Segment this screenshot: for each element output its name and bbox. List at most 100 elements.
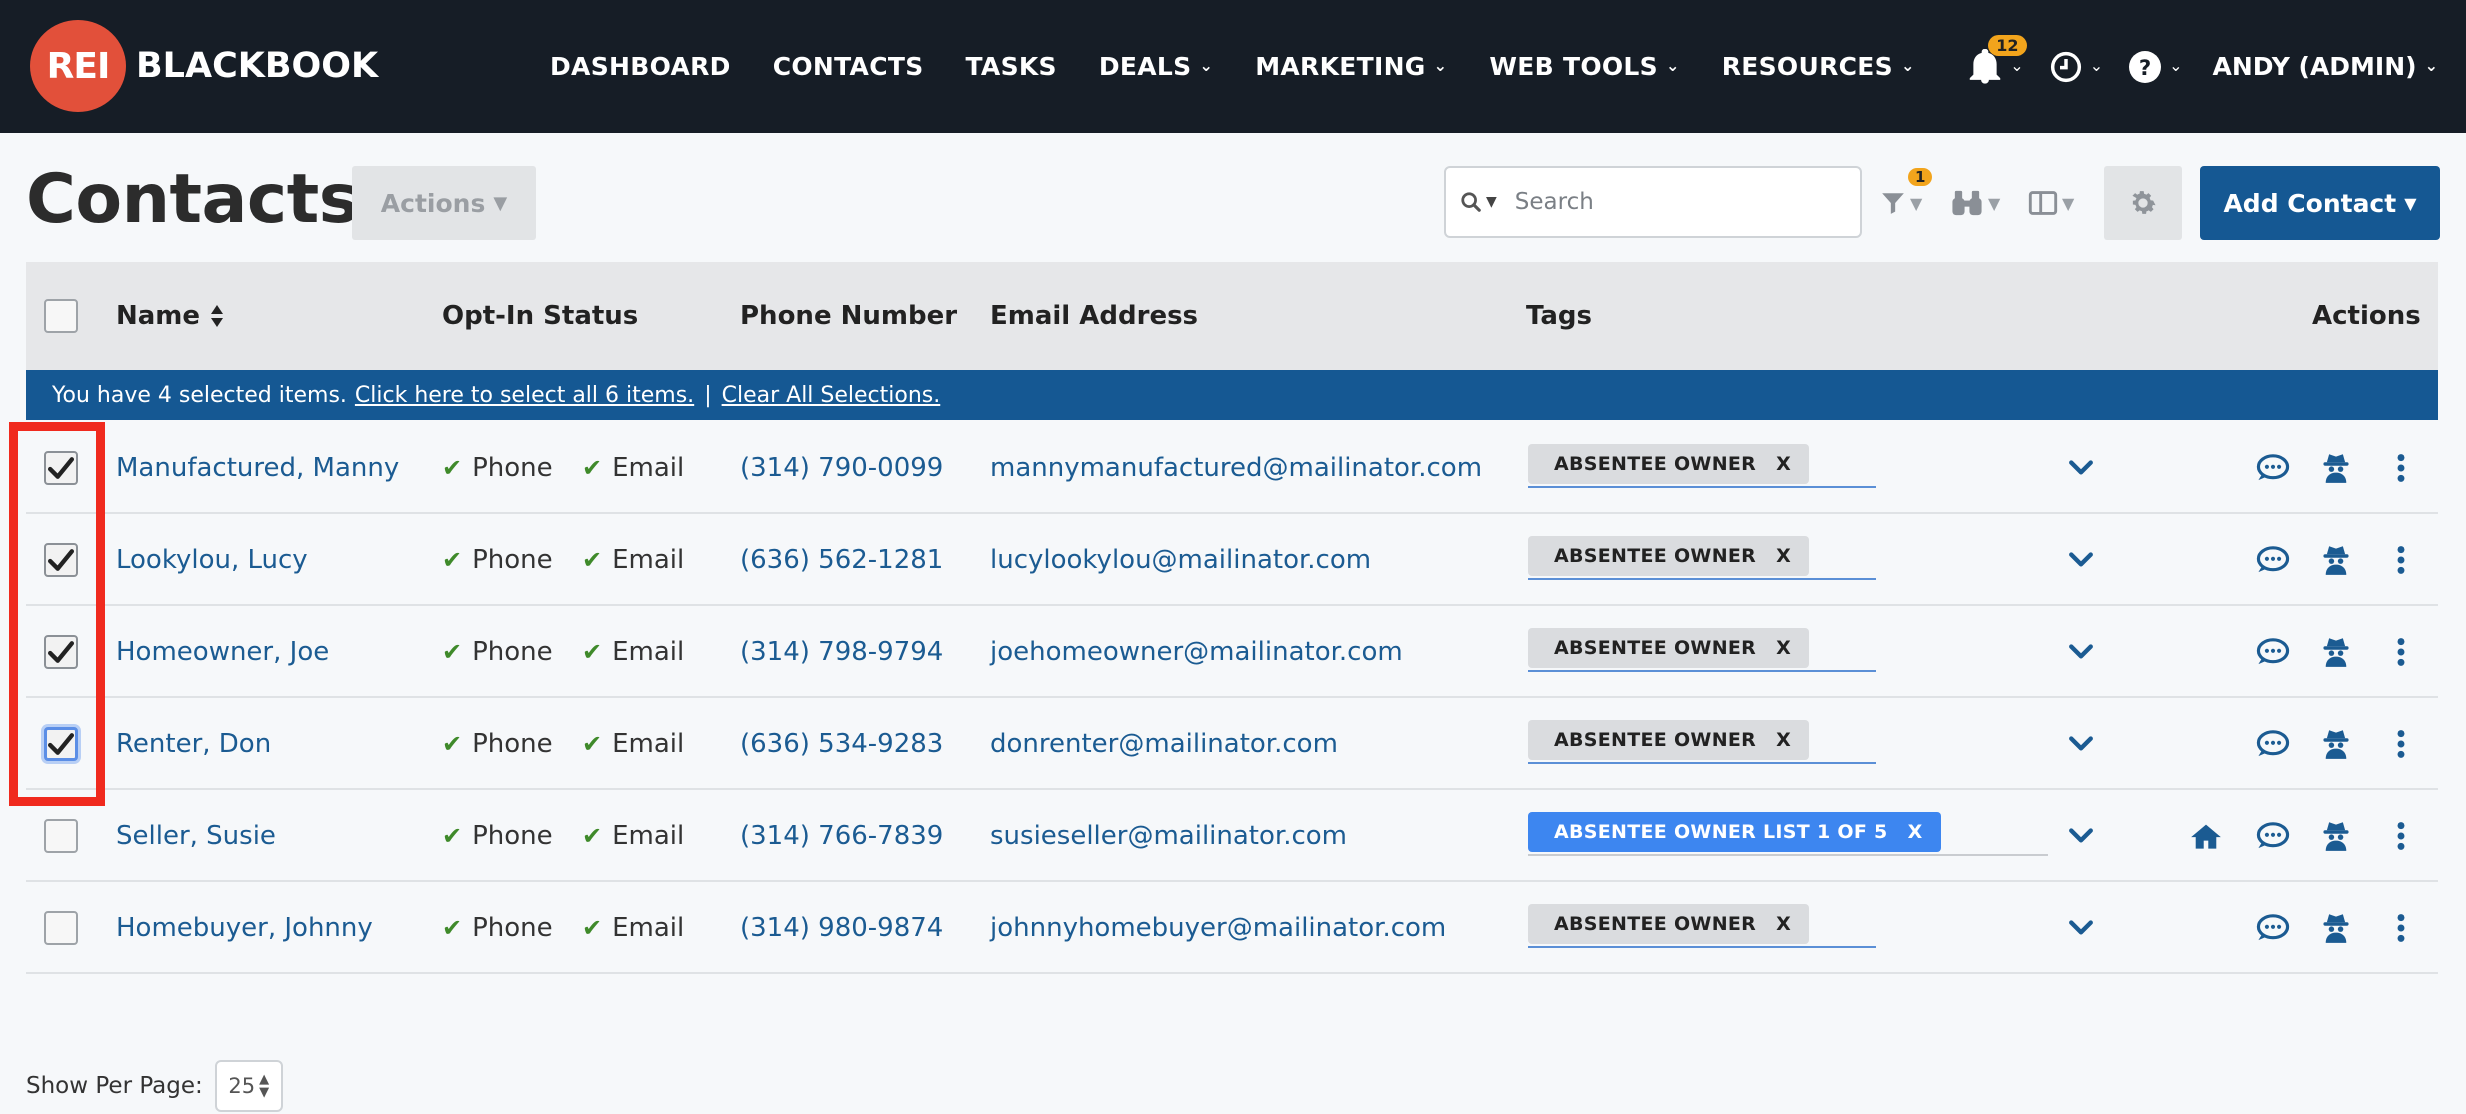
tag-input-underline[interactable] [1528, 762, 1876, 764]
tags-expand-button[interactable] [2068, 882, 2094, 974]
optin-email-label: Email [612, 729, 685, 759]
tags-expand-button[interactable] [2068, 606, 2094, 698]
tag-chip: ABSENTEE OWNER X [1528, 444, 1810, 484]
optin-phone: ✔ Phone [442, 606, 553, 698]
row-more-button[interactable] [2396, 606, 2406, 698]
history-button[interactable]: ⌄ [2050, 51, 2103, 83]
message-button[interactable] [2256, 698, 2290, 790]
row-checkbox[interactable] [44, 911, 78, 945]
tag-remove-button[interactable]: X [1908, 821, 1923, 843]
message-button[interactable] [2256, 606, 2290, 698]
columns-button[interactable]: ▼ [2028, 166, 2074, 240]
actions-label: Actions [380, 188, 486, 218]
tag-chip: ABSENTEE OWNER X [1528, 536, 1810, 576]
tag-input-underline[interactable] [1528, 854, 1858, 856]
phone-link[interactable]: (314) 766-7839 [740, 790, 943, 882]
tags-expand-button[interactable] [2068, 698, 2094, 790]
search-scope-button[interactable]: ▼ [1460, 191, 1497, 213]
tag-input-underline[interactable] [1528, 486, 1876, 488]
email-link[interactable]: johnnyhomebuyer@mailinator.com [990, 882, 1446, 974]
tag-remove-button[interactable]: X [1776, 913, 1791, 935]
tag-chip: ABSENTEE OWNER LIST 1 OF 5 X [1528, 812, 1941, 852]
search-input[interactable] [1514, 189, 1815, 215]
email-link[interactable]: susieseller@mailinator.com [990, 790, 1347, 882]
table-row: Manufactured, Manny ✔ Phone ✔ Email (314) 790… [26, 422, 2438, 514]
contact-name-link[interactable]: Renter, Don [116, 698, 271, 790]
nav-item-marketing[interactable]: MARKETING ⌄ [1255, 52, 1447, 81]
phone-link[interactable]: (314) 798-9794 [740, 606, 943, 698]
settings-button[interactable] [2104, 166, 2182, 240]
select-all-link[interactable]: Click here to select all 6 items. [355, 383, 694, 408]
user-menu[interactable]: ANDY (ADMIN) ⌄ [2213, 52, 2438, 81]
message-button[interactable] [2256, 514, 2290, 606]
phone-link[interactable]: (636) 562-1281 [740, 514, 943, 606]
optin-phone: ✔ Phone [442, 882, 553, 974]
skip-trace-button[interactable] [2322, 882, 2350, 974]
email-link[interactable]: mannymanufactured@mailinator.com [990, 422, 1482, 514]
tag-remove-button[interactable]: X [1776, 729, 1791, 751]
nav-item-contacts[interactable]: CONTACTS [773, 52, 924, 81]
nav-item-dashboard[interactable]: DASHBOARD [550, 52, 731, 81]
nav-item-label: WEB TOOLS [1489, 52, 1658, 81]
email-link[interactable]: joehomeowner@mailinator.com [990, 606, 1403, 698]
select-all-checkbox[interactable] [44, 299, 78, 333]
skip-trace-button[interactable] [2322, 606, 2350, 698]
row-more-button[interactable] [2396, 514, 2406, 606]
tags-expand-button[interactable] [2068, 514, 2094, 606]
svg-text:?: ? [2139, 56, 2151, 81]
tags-expand-button[interactable] [2068, 790, 2094, 882]
check-icon: ✔ [582, 822, 603, 850]
chevron-down-icon: ⌄ [2424, 56, 2438, 75]
skip-trace-button[interactable] [2322, 698, 2350, 790]
table-row: Homeowner, Joe ✔ Phone ✔ Email (314) 798-9794… [26, 606, 2438, 698]
tag-input-underline[interactable] [1528, 946, 1876, 948]
skip-trace-button[interactable] [2322, 422, 2350, 514]
actions-dropdown-button[interactable]: Actions ▼ [352, 166, 536, 240]
skip-trace-button[interactable] [2322, 514, 2350, 606]
optin-email: ✔ Email [582, 882, 684, 974]
nav-item-deals[interactable]: DEALS ⌄ [1099, 52, 1213, 81]
spy-icon [2322, 820, 2350, 852]
tag-input-underline[interactable] [1528, 670, 1876, 672]
add-contact-button[interactable]: Add Contact ▼ [2200, 166, 2440, 240]
row-more-button[interactable] [2396, 882, 2406, 974]
contact-name-link[interactable]: Homeowner, Joe [116, 606, 329, 698]
phone-link[interactable]: (636) 534-9283 [740, 698, 943, 790]
tag-input-underline[interactable] [1812, 854, 2048, 856]
main-nav: DASHBOARD CONTACTS TASKS DEALS ⌄ MARKETING ⌄ WE… [550, 0, 1957, 133]
nav-item-resources[interactable]: RESOURCES ⌄ [1722, 52, 1915, 81]
help-button[interactable]: ? ⌄ [2129, 50, 2183, 83]
phone-link[interactable]: (314) 980-9874 [740, 882, 943, 974]
tag-remove-button[interactable]: X [1776, 545, 1791, 567]
property-button[interactable] [2190, 790, 2222, 882]
contact-name-link[interactable]: Seller, Susie [116, 790, 276, 882]
logo[interactable]: REI BLACKBOOK [30, 20, 378, 112]
check-icon: ✔ [442, 730, 463, 758]
email-link[interactable]: lucylookylou@mailinator.com [990, 514, 1371, 606]
tag-remove-button[interactable]: X [1776, 453, 1791, 475]
contact-name-link[interactable]: Lookylou, Lucy [116, 514, 308, 606]
nav-item-web-tools[interactable]: WEB TOOLS ⌄ [1489, 52, 1679, 81]
column-header-name[interactable]: Name [116, 262, 224, 370]
tag-remove-button[interactable]: X [1776, 637, 1791, 659]
email-link[interactable]: donrenter@mailinator.com [990, 698, 1338, 790]
notifications-button[interactable]: 12 ⌄ [1968, 34, 2027, 85]
skip-trace-button[interactable] [2322, 790, 2350, 882]
tag-input-underline[interactable] [1528, 578, 1876, 580]
row-checkbox[interactable] [44, 819, 78, 853]
row-more-button[interactable] [2396, 790, 2406, 882]
filter-button[interactable]: 1 ▼ [1880, 166, 1933, 240]
per-page-select[interactable]: 25 ▲ ▼ [214, 1060, 283, 1112]
contact-name-link[interactable]: Manufactured, Manny [116, 422, 399, 514]
message-button[interactable] [2256, 882, 2290, 974]
nav-item-tasks[interactable]: TASKS [966, 52, 1057, 81]
row-more-button[interactable] [2396, 698, 2406, 790]
contact-name-link[interactable]: Homebuyer, Johnny [116, 882, 373, 974]
phone-link[interactable]: (314) 790-0099 [740, 422, 943, 514]
message-button[interactable] [2256, 422, 2290, 514]
tags-expand-button[interactable] [2068, 422, 2094, 514]
row-more-button[interactable] [2396, 422, 2406, 514]
message-button[interactable] [2256, 790, 2290, 882]
clear-selections-link[interactable]: Clear All Selections. [722, 383, 941, 408]
saved-search-button[interactable]: ▼ [1950, 166, 2000, 240]
